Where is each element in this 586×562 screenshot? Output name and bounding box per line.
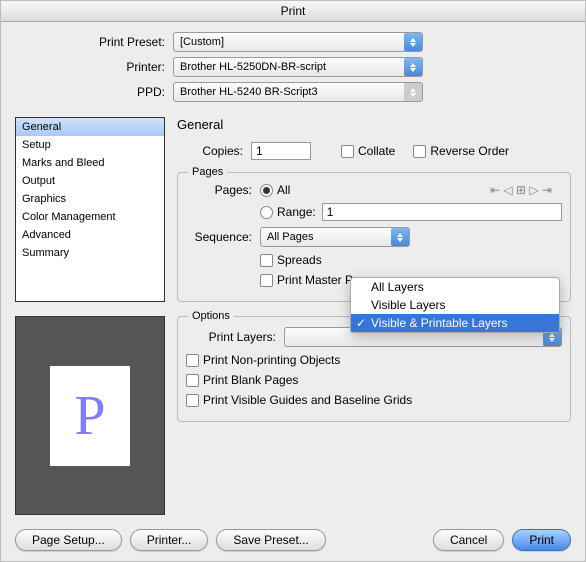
- guides-label: Print Visible Guides and Baseline Grids: [203, 393, 412, 407]
- sequence-label: Sequence:: [186, 230, 252, 244]
- guides-checkbox[interactable]: [186, 394, 199, 407]
- reverse-checkbox[interactable]: [413, 145, 426, 158]
- pages-all-radio[interactable]: [260, 184, 273, 197]
- ppd-label: PPD:: [41, 85, 165, 99]
- category-item-summary[interactable]: Summary: [16, 244, 164, 262]
- ppd-select: Brother HL-5240 BR-Script3: [173, 82, 423, 102]
- preset-area: Print Preset: [Custom] Printer: Brother …: [1, 22, 585, 113]
- preview-page: P: [50, 366, 130, 466]
- category-item-general[interactable]: General: [16, 118, 164, 136]
- dropdown-arrow-icon: [404, 83, 422, 101]
- print-layers-label: Print Layers:: [186, 330, 276, 344]
- category-item-graphics[interactable]: Graphics: [16, 190, 164, 208]
- category-item-setup[interactable]: Setup: [16, 136, 164, 154]
- spreads-checkbox[interactable]: [260, 254, 273, 267]
- layers-option-visible[interactable]: Visible Layers: [351, 296, 559, 314]
- pages-range-label: Range:: [277, 205, 316, 219]
- blank-checkbox[interactable]: [186, 374, 199, 387]
- print-button[interactable]: Print: [512, 529, 571, 551]
- options-group: Options All Layers Visible Layers Visibl…: [177, 316, 571, 422]
- category-item-color[interactable]: Color Management: [16, 208, 164, 226]
- page-setup-button[interactable]: Page Setup...: [15, 529, 122, 551]
- options-legend: Options: [188, 310, 234, 322]
- nonprint-checkbox[interactable]: [186, 354, 199, 367]
- blank-label: Print Blank Pages: [203, 373, 298, 387]
- pages-label: Pages:: [186, 183, 252, 197]
- pages-legend: Pages: [188, 166, 227, 178]
- category-list[interactable]: General Setup Marks and Bleed Output Gra…: [15, 117, 165, 302]
- spreads-label: Spreads: [277, 253, 322, 267]
- printer-button[interactable]: Printer...: [130, 529, 209, 551]
- page-preview: P: [15, 316, 165, 515]
- collate-checkbox[interactable]: [341, 145, 354, 158]
- print-preset-select[interactable]: [Custom]: [173, 32, 423, 52]
- dropdown-arrow-icon: [404, 58, 422, 76]
- right-column: General Copies: Collate Reverse Order Pa…: [177, 117, 571, 515]
- copies-label: Copies:: [177, 144, 243, 158]
- window-title: Print: [1, 1, 585, 22]
- print-preset-label: Print Preset:: [41, 35, 165, 49]
- dropdown-arrow-icon: [391, 228, 409, 246]
- save-preset-button[interactable]: Save Preset...: [216, 529, 325, 551]
- nonprint-label: Print Non-printing Objects: [203, 353, 340, 367]
- reverse-label: Reverse Order: [430, 144, 509, 158]
- printer-select[interactable]: Brother HL-5250DN-BR-script: [173, 57, 423, 77]
- pages-all-label: All: [277, 183, 290, 197]
- print-layers-menu[interactable]: All Layers Visible Layers Visible & Prin…: [350, 277, 560, 333]
- category-item-advanced[interactable]: Advanced: [16, 226, 164, 244]
- page-nav-icons[interactable]: ⇤ ◁ ⊞ ▷ ⇥: [490, 183, 552, 197]
- print-dialog: Print Print Preset: [Custom] Printer: Br…: [0, 0, 586, 562]
- layers-option-printable[interactable]: Visible & Printable Layers: [351, 314, 559, 332]
- collate-label: Collate: [358, 144, 395, 158]
- main-content: General Setup Marks and Bleed Output Gra…: [1, 113, 585, 521]
- sequence-select[interactable]: All Pages: [260, 227, 410, 247]
- range-input[interactable]: [322, 203, 562, 221]
- section-title: General: [177, 117, 571, 132]
- printer-label: Printer:: [41, 60, 165, 74]
- copies-input[interactable]: [251, 142, 311, 160]
- category-item-output[interactable]: Output: [16, 172, 164, 190]
- master-checkbox[interactable]: [260, 274, 273, 287]
- left-column: General Setup Marks and Bleed Output Gra…: [15, 117, 165, 515]
- dropdown-arrow-icon: [404, 33, 422, 51]
- button-bar: Page Setup... Printer... Save Preset... …: [1, 521, 585, 561]
- pages-range-radio[interactable]: [260, 206, 273, 219]
- cancel-button[interactable]: Cancel: [433, 529, 504, 551]
- category-item-marks[interactable]: Marks and Bleed: [16, 154, 164, 172]
- layers-option-all[interactable]: All Layers: [351, 278, 559, 296]
